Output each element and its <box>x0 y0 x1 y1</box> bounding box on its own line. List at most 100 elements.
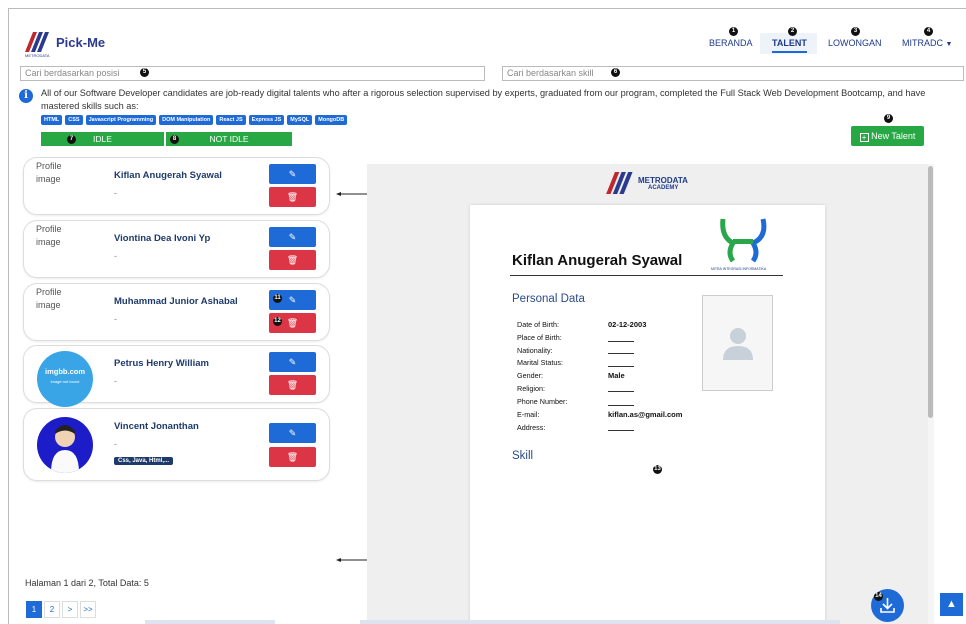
academy-title: METRODATA <box>638 175 688 185</box>
chevron-up-icon: ▲ <box>946 598 957 610</box>
metrodata-academy-logo: METRODATA ACADEMY <box>606 172 688 194</box>
profile-image-alt: Profile image <box>36 161 62 184</box>
talent-name: Vincent Jonanthan <box>114 421 199 432</box>
academy-sub: ACADEMY <box>648 184 679 191</box>
talent-name: Muhammad Junior Ashabal <box>114 296 238 307</box>
marker-12: 12 <box>273 317 282 326</box>
person-photo-icon <box>51 425 79 473</box>
cv-field-label: Nationality: <box>517 346 553 355</box>
marker-1: 1 <box>729 27 738 36</box>
bottom-scroll-track <box>360 620 840 624</box>
skill-tag: Express JS <box>248 115 285 125</box>
avatar-placeholder-sub: image not found <box>50 379 80 384</box>
trash-icon: 🗑 <box>286 318 299 328</box>
edit-icon: ✎ <box>288 169 297 179</box>
skill-tag: Javascript Programming <box>85 115 157 125</box>
skill-tag: MySQL <box>287 115 313 125</box>
talent-card[interactable]: Vincent Jonanthan - Css, Java, Html,... … <box>23 408 330 481</box>
search-skill-placeholder: Cari berdasarkan skill <box>507 68 594 78</box>
page-2[interactable]: 2 <box>44 601 60 618</box>
nav-mitradc-label: MITRADC <box>902 38 943 48</box>
edit-button[interactable]: ✎ <box>269 227 316 247</box>
plus-square-icon: + <box>859 133 869 142</box>
cv-name: Kiflan Anugerah Syawal <box>512 252 683 269</box>
talent-subtitle: - <box>114 314 117 324</box>
search-skill-input[interactable]: Cari berdasarkan skill <box>502 66 964 81</box>
new-talent-button[interactable]: + New Talent <box>851 126 924 146</box>
info-icon: i <box>19 89 33 103</box>
skill-tag: MongoDB <box>315 115 348 125</box>
search-position-input[interactable]: Cari berdasarkan posisi <box>20 66 485 81</box>
trash-icon: 🗑 <box>286 255 299 265</box>
talent-card[interactable]: Profile image Muhammad Junior Ashabal - … <box>23 283 330 341</box>
user-silhouette-icon <box>723 328 753 360</box>
cv-photo-placeholder <box>702 295 773 391</box>
talent-card[interactable]: imgbb.com image not found Petrus Henry W… <box>23 345 330 407</box>
talent-subtitle: - <box>114 251 117 261</box>
skill-tag: CSS <box>65 115 83 125</box>
bottom-scroll-track <box>145 620 275 624</box>
talent-subtitle: - <box>114 376 117 386</box>
chevron-down-icon: ▼ <box>945 41 953 48</box>
edit-button[interactable]: ✎ <box>269 352 316 372</box>
delete-button[interactable]: 🗑 <box>269 250 316 270</box>
profile-image-alt: Profile image <box>36 224 62 247</box>
metrodata-logo-icon <box>25 32 49 52</box>
nav-talent[interactable]: TALENT <box>772 38 807 53</box>
marker-6: 6 <box>611 68 620 77</box>
cv-divider <box>510 275 783 276</box>
skill-tag: React JS <box>216 115 246 125</box>
page-next[interactable]: > <box>62 601 78 618</box>
trash-icon: 🗑 <box>286 192 299 202</box>
talent-card[interactable]: Profile image Viontina Dea Ivoni Yp - ✎ … <box>23 220 330 278</box>
nav-mitradc[interactable]: MITRADC ▼ <box>902 38 952 48</box>
pagination: 1 2 > >> <box>26 601 98 618</box>
skill-tag: DOM Manipulation <box>159 115 214 125</box>
trash-icon: 🗑 <box>286 452 299 462</box>
cv-field-blank <box>608 430 634 431</box>
cv-field-label: Marital Status: <box>517 358 563 367</box>
cv-field-blank <box>608 391 634 392</box>
scroll-to-top-button[interactable]: ▲ <box>940 593 963 616</box>
cv-field-blank <box>608 341 634 342</box>
partner-logo-icon <box>720 218 767 262</box>
talent-name: Viontina Dea Ivoni Yp <box>114 233 211 244</box>
talent-name: Kiflan Anugerah Syawal <box>114 170 222 181</box>
skills-tag: Css, Java, Html,... <box>114 457 174 465</box>
avatar-placeholder-title: imgbb.com <box>44 367 85 376</box>
delete-button[interactable]: 🗑 <box>269 187 316 207</box>
partner-name: MITRA INTEGRASI INFORMATIKA <box>711 267 767 271</box>
new-talent-label: New Talent <box>871 131 916 141</box>
idle-label: IDLE <box>93 134 112 144</box>
preview-scroll-thumb[interactable] <box>928 166 933 418</box>
talent-subtitle: - <box>114 188 117 198</box>
brand-logo[interactable]: Pick-Me METRODATA <box>25 32 105 58</box>
nav-beranda[interactable]: BERANDA <box>709 38 753 48</box>
page-1[interactable]: 1 <box>26 601 42 618</box>
cv-field-value: 02-12-2003 <box>608 320 647 329</box>
page-last[interactable]: >> <box>80 601 96 618</box>
not-idle-filter-button[interactable]: NOT IDLE <box>166 132 292 146</box>
avatar <box>37 417 93 473</box>
nav-lowongan[interactable]: LOWONGAN <box>828 38 882 48</box>
brand-sub: METRODATA <box>25 53 50 58</box>
cv-field-blank <box>608 353 634 354</box>
trash-icon: 🗑 <box>286 380 299 390</box>
cv-field-blank <box>608 366 634 367</box>
skill-heading: Skill <box>512 450 534 462</box>
edit-button[interactable]: ✎ <box>269 164 316 184</box>
marker-11: 11 <box>273 294 282 303</box>
idle-filter-button[interactable]: IDLE <box>41 132 164 146</box>
edit-button[interactable]: ✎ <box>269 423 316 443</box>
metrodata-logo-icon <box>606 172 633 194</box>
marker-3: 3 <box>851 27 860 36</box>
talent-card[interactable]: Profile image Kiflan Anugerah Syawal - ✎… <box>23 157 330 215</box>
delete-button[interactable]: 🗑 <box>269 447 316 467</box>
delete-button[interactable]: 🗑 <box>269 375 316 395</box>
cv-field-label: Gender: <box>517 371 543 380</box>
not-idle-label: NOT IDLE <box>209 134 249 144</box>
cv-field-value: Male <box>608 371 625 380</box>
cv-field-label: Religion: <box>517 384 545 393</box>
skill-tags: HTML CSS Javascript Programming DOM Mani… <box>41 115 348 125</box>
avatar-placeholder: imgbb.com image not found <box>37 351 93 407</box>
